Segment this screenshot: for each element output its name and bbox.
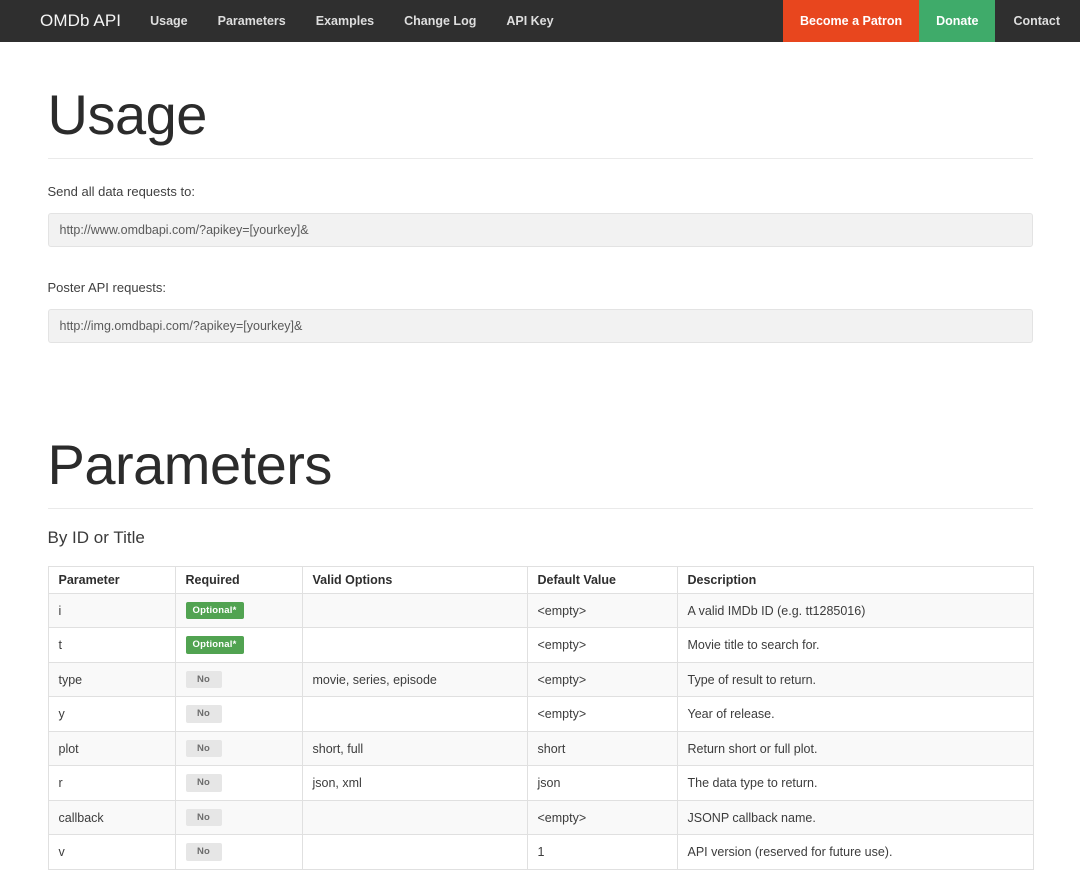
table-row: v No 1 API version (reserved for future use… <box>47 834 1034 870</box>
badge-optional: Optional* <box>185 636 244 654</box>
content-column: Usage Send all data requests to: Poster … <box>47 42 1034 886</box>
column-header-valid-options: Valid Options <box>301 565 528 594</box>
nav-item-examples[interactable]: Examples <box>301 0 389 42</box>
cell-default-value: <empty> <box>526 592 678 629</box>
cell-description: Return short or full plot. <box>676 730 1034 767</box>
cell-required: No <box>174 696 303 732</box>
cell-parameter: plot <box>47 730 176 767</box>
cell-required: No <box>174 799 303 836</box>
badge-no: No <box>185 705 222 723</box>
cell-valid-options <box>301 627 528 663</box>
data-requests-label: Send all data requests to: <box>47 183 195 199</box>
column-header-default-value: Default Value <box>526 565 678 594</box>
cell-parameter: i <box>47 592 176 629</box>
poster-requests-input[interactable] <box>47 309 1033 344</box>
cell-description: A valid IMDb ID (e.g. tt1285016) <box>676 592 1034 629</box>
page-container: Usage Send all data requests to: Poster … <box>0 42 1080 886</box>
table-row: t Optional* <empty> Movie title to search f… <box>47 627 1034 663</box>
cell-valid-options: movie, series, episode <box>301 661 528 698</box>
parameters-table-body: i Optional* <empty> A valid IMDb ID (e.g. t… <box>47 592 1034 870</box>
cell-default-value: short <box>526 730 678 767</box>
badge-optional: Optional* <box>185 601 244 620</box>
cell-parameter: r <box>47 765 176 801</box>
cell-parameter: v <box>47 834 176 870</box>
cell-valid-options: short, full <box>301 730 528 767</box>
by-id-or-title-subheading: By ID or Title <box>47 527 145 547</box>
table-row: plot No short, full short Return short or fu… <box>47 730 1034 767</box>
table-row: type No movie, series, episode <empty> Type … <box>47 661 1034 698</box>
cell-description: Movie title to search for. <box>676 627 1034 663</box>
badge-no: No <box>185 670 222 689</box>
cell-default-value: 1 <box>526 834 678 870</box>
parameters-table-head: Parameter Required Valid Options Default… <box>47 565 1034 594</box>
column-header-required: Required <box>174 565 303 594</box>
table-row: callback No <empty> JSONP callback name. <box>47 799 1034 836</box>
cell-parameter: type <box>47 661 176 698</box>
badge-no: No <box>185 739 222 758</box>
top-navbar: OMDb API Usage Parameters Examples Chang… <box>0 0 1080 42</box>
parameters-table: Parameter Required Valid Options Default… <box>47 565 1034 870</box>
nav-item-usage[interactable]: Usage <box>135 0 203 42</box>
navbar-right-group: Become a Patron Donate Contact <box>782 0 1080 42</box>
cell-description: The data type to return. <box>676 765 1034 801</box>
cell-parameter: y <box>47 696 176 732</box>
cell-required: Optional* <box>174 592 303 629</box>
cell-valid-options <box>301 592 528 629</box>
cell-required: Optional* <box>174 627 303 663</box>
cell-required: No <box>174 765 303 801</box>
cell-required: No <box>174 661 303 698</box>
nav-item-contact[interactable]: Contact <box>995 0 1080 42</box>
data-requests-input[interactable] <box>47 212 1033 247</box>
column-header-parameter: Parameter <box>47 565 176 594</box>
cell-description: Type of result to return. <box>676 661 1034 698</box>
cell-valid-options: json, xml <box>301 765 528 801</box>
table-row: i Optional* <empty> A valid IMDb ID (e.g. t… <box>47 592 1034 629</box>
cell-required: No <box>174 730 303 767</box>
cell-description: API version (reserved for future use). <box>676 834 1034 870</box>
table-row: r No json, xml json The data type to return. <box>47 765 1034 801</box>
cell-parameter: t <box>47 627 176 663</box>
nav-item-become-a-patron[interactable]: Become a Patron <box>782 0 920 42</box>
badge-no: No <box>185 843 222 861</box>
cell-default-value: <empty> <box>526 799 678 836</box>
table-header-row: Parameter Required Valid Options Default… <box>47 565 1034 594</box>
badge-no: No <box>185 808 222 827</box>
cell-parameter: callback <box>47 799 176 836</box>
cell-default-value: <empty> <box>526 627 678 663</box>
nav-item-donate[interactable]: Donate <box>919 0 996 42</box>
cell-default-value: <empty> <box>526 661 678 698</box>
cell-valid-options <box>301 799 528 836</box>
nav-item-change-log[interactable]: Change Log <box>389 0 491 42</box>
cell-default-value: json <box>526 765 678 801</box>
table-row: y No <empty> Year of release. <box>47 696 1034 732</box>
cell-description: JSONP callback name. <box>676 799 1034 836</box>
poster-requests-label: Poster API requests: <box>47 279 167 295</box>
cell-description: Year of release. <box>676 696 1034 732</box>
badge-no: No <box>185 774 222 792</box>
brand-logo[interactable]: OMDb API <box>30 0 135 42</box>
nav-item-api-key[interactable]: API Key <box>491 0 568 42</box>
column-header-description: Description <box>676 565 1034 594</box>
cell-valid-options <box>301 696 528 732</box>
cell-default-value: <empty> <box>526 696 678 732</box>
navbar-left-group: OMDb API Usage Parameters Examples Chang… <box>0 0 569 42</box>
cell-valid-options <box>301 834 528 870</box>
parameters-heading: Parameters <box>47 433 333 497</box>
cell-required: No <box>174 834 303 870</box>
nav-item-parameters[interactable]: Parameters <box>203 0 301 42</box>
usage-heading: Usage <box>47 83 208 146</box>
